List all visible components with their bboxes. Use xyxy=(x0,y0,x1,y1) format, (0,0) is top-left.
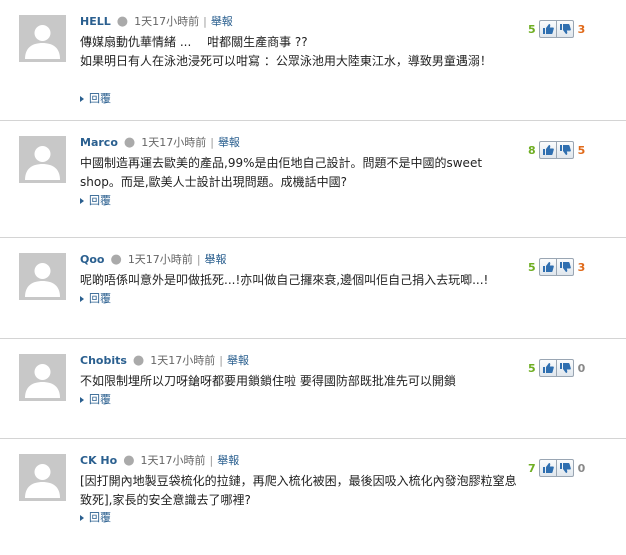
vote-widget: 8 5 xyxy=(528,141,585,159)
report-link[interactable]: 舉報 xyxy=(227,354,249,367)
comment-author[interactable]: Qoo xyxy=(80,253,104,266)
report-link[interactable]: 舉報 xyxy=(205,253,227,266)
thumbs-down-icon[interactable] xyxy=(555,142,573,158)
avatar[interactable] xyxy=(19,15,66,62)
vote-widget: 5 0 xyxy=(528,359,585,377)
triangle-right-icon xyxy=(80,296,84,302)
report-link[interactable]: 舉報 xyxy=(217,454,239,467)
comment-author[interactable]: Marco xyxy=(80,136,118,149)
comment-time: 1天17小時前 xyxy=(141,136,207,149)
thumbs-down-icon[interactable] xyxy=(555,21,573,37)
triangle-right-icon xyxy=(80,397,84,403)
separator: | xyxy=(203,15,207,28)
separator-dot: ● xyxy=(132,353,145,368)
comment-time: 1天17小時前 xyxy=(134,15,200,28)
comment-item: HELL ● 1天17小時前 | 舉報 傳媒扇動仇華情緒 ... 咁都關生產商事 ?? … xyxy=(0,0,626,121)
thumbs-down-icon[interactable] xyxy=(555,360,573,376)
separator: | xyxy=(196,253,201,266)
comment-meta: Marco ● 1天17小時前 | 舉報 xyxy=(80,136,240,150)
downvote-count: 0 xyxy=(577,461,586,475)
reply-label: 回覆 xyxy=(89,92,111,105)
vote-buttons xyxy=(538,258,574,276)
vote-widget: 5 3 xyxy=(528,20,585,38)
separator: | xyxy=(219,354,223,367)
comment-time: 1天17小時前 xyxy=(150,354,216,367)
comment-body: 傳媒扇動仇華情緒 ... 咁都關生產商事 ?? 如果明日有人在泳池浸死可以咁寫 … xyxy=(80,35,492,68)
default-user-icon xyxy=(19,136,66,183)
comment-author[interactable]: Chobits xyxy=(80,354,127,367)
comment-time: 1天17小時前 xyxy=(140,454,206,467)
triangle-right-icon xyxy=(80,96,84,102)
vote-buttons xyxy=(538,459,574,477)
separator: | xyxy=(210,136,214,149)
reply-link[interactable]: 回覆 xyxy=(80,290,111,306)
comment-meta: Qoo ● 1天17小時前 | 舉報 xyxy=(80,253,227,267)
separator: | xyxy=(209,454,214,467)
thumbs-up-icon[interactable] xyxy=(540,259,556,275)
downvote-count: 5 xyxy=(577,143,586,157)
thumbs-down-icon[interactable] xyxy=(555,460,573,476)
comment-body: 中國制造再運去歐美的產品,99%是由佢地自己設計。問題不是中國的sweet sh… xyxy=(80,156,483,189)
comment-author[interactable]: CK Ho xyxy=(80,454,117,467)
upvote-count: 7 xyxy=(528,461,536,475)
comment-time: 1天17小時前 xyxy=(127,253,193,266)
upvote-count: 5 xyxy=(528,260,536,274)
separator-dot: ● xyxy=(110,252,122,267)
downvote-count: 3 xyxy=(577,260,586,274)
reply-label: 回覆 xyxy=(89,292,111,305)
avatar[interactable] xyxy=(19,454,66,501)
reply-label: 回覆 xyxy=(89,511,111,524)
avatar[interactable] xyxy=(19,253,66,300)
reply-link[interactable]: 回覆 xyxy=(80,509,111,525)
vote-widget: 5 3 xyxy=(528,258,585,276)
thumbs-up-icon[interactable] xyxy=(540,360,556,376)
downvote-count: 0 xyxy=(577,361,586,375)
vote-buttons xyxy=(538,141,574,159)
comment-item: Chobits ● 1天17小時前 | 舉報 不如限制埋所以刀呀鎗呀都要用鎖鎖住啦 要得… xyxy=(0,339,626,439)
upvote-count: 8 xyxy=(528,143,536,157)
comment-meta: CK Ho ● 1天17小時前 | 舉報 xyxy=(80,454,239,468)
thumbs-up-icon[interactable] xyxy=(540,142,556,158)
vote-buttons xyxy=(538,359,574,377)
comment-item: Marco ● 1天17小時前 | 舉報 中國制造再運去歐美的產品,99%是由佢地自己設… xyxy=(0,121,626,238)
thumbs-down-icon[interactable] xyxy=(555,259,573,275)
comment-body: 不如限制埋所以刀呀鎗呀都要用鎖鎖住啦 要得國防部既批准先可以開鎖 xyxy=(80,374,456,388)
comment-item: CK Ho ● 1天17小時前 | 舉報 [因打開內地製豆袋梳化的拉鏈，再爬入梳化被困，… xyxy=(0,439,626,555)
comment-body: 呢啲唔係叫意外是叩做抵死...!亦叫做自己攞來衰,邊個叫佢自己捐入去玩唧...! xyxy=(80,273,489,287)
vote-widget: 7 0 xyxy=(528,459,585,477)
comment-meta: HELL ● 1天17小時前 | 舉報 xyxy=(80,15,233,29)
reply-link[interactable]: 回覆 xyxy=(80,90,111,106)
default-user-icon xyxy=(19,253,66,300)
triangle-right-icon xyxy=(80,515,84,521)
thumbs-up-icon[interactable] xyxy=(540,460,556,476)
comment-item: Qoo ● 1天17小時前 | 舉報 呢啲唔係叫意外是叩做抵死...!亦叫做自己攞來衰,… xyxy=(0,238,626,339)
comment-list: HELL ● 1天17小時前 | 舉報 傳媒扇動仇華情緒 ... 咁都關生產商事 ?? … xyxy=(0,0,626,555)
reply-link[interactable]: 回覆 xyxy=(80,192,111,208)
default-user-icon xyxy=(19,354,66,401)
reply-label: 回覆 xyxy=(89,393,111,406)
separator-dot: ● xyxy=(123,453,135,468)
avatar[interactable] xyxy=(19,354,66,401)
avatar[interactable] xyxy=(19,136,66,183)
comment-body: [因打開內地製豆袋梳化的拉鏈，再爬入梳化被困，最後因吸入梳化內發泡膠粒窒息致死]… xyxy=(80,474,517,507)
report-link[interactable]: 舉報 xyxy=(218,136,240,149)
comment-author[interactable]: HELL xyxy=(80,15,111,28)
comment-meta: Chobits ● 1天17小時前 | 舉報 xyxy=(80,354,249,368)
thumbs-up-icon[interactable] xyxy=(540,21,556,37)
separator-dot: ● xyxy=(123,135,136,150)
reply-label: 回覆 xyxy=(89,194,111,207)
report-link[interactable]: 舉報 xyxy=(211,15,233,28)
upvote-count: 5 xyxy=(528,22,536,36)
vote-buttons xyxy=(538,20,574,38)
upvote-count: 5 xyxy=(528,361,536,375)
default-user-icon xyxy=(19,15,66,62)
downvote-count: 3 xyxy=(577,22,586,36)
separator-dot: ● xyxy=(116,14,129,29)
default-user-icon xyxy=(19,454,66,501)
reply-link[interactable]: 回覆 xyxy=(80,391,111,407)
triangle-right-icon xyxy=(80,198,84,204)
